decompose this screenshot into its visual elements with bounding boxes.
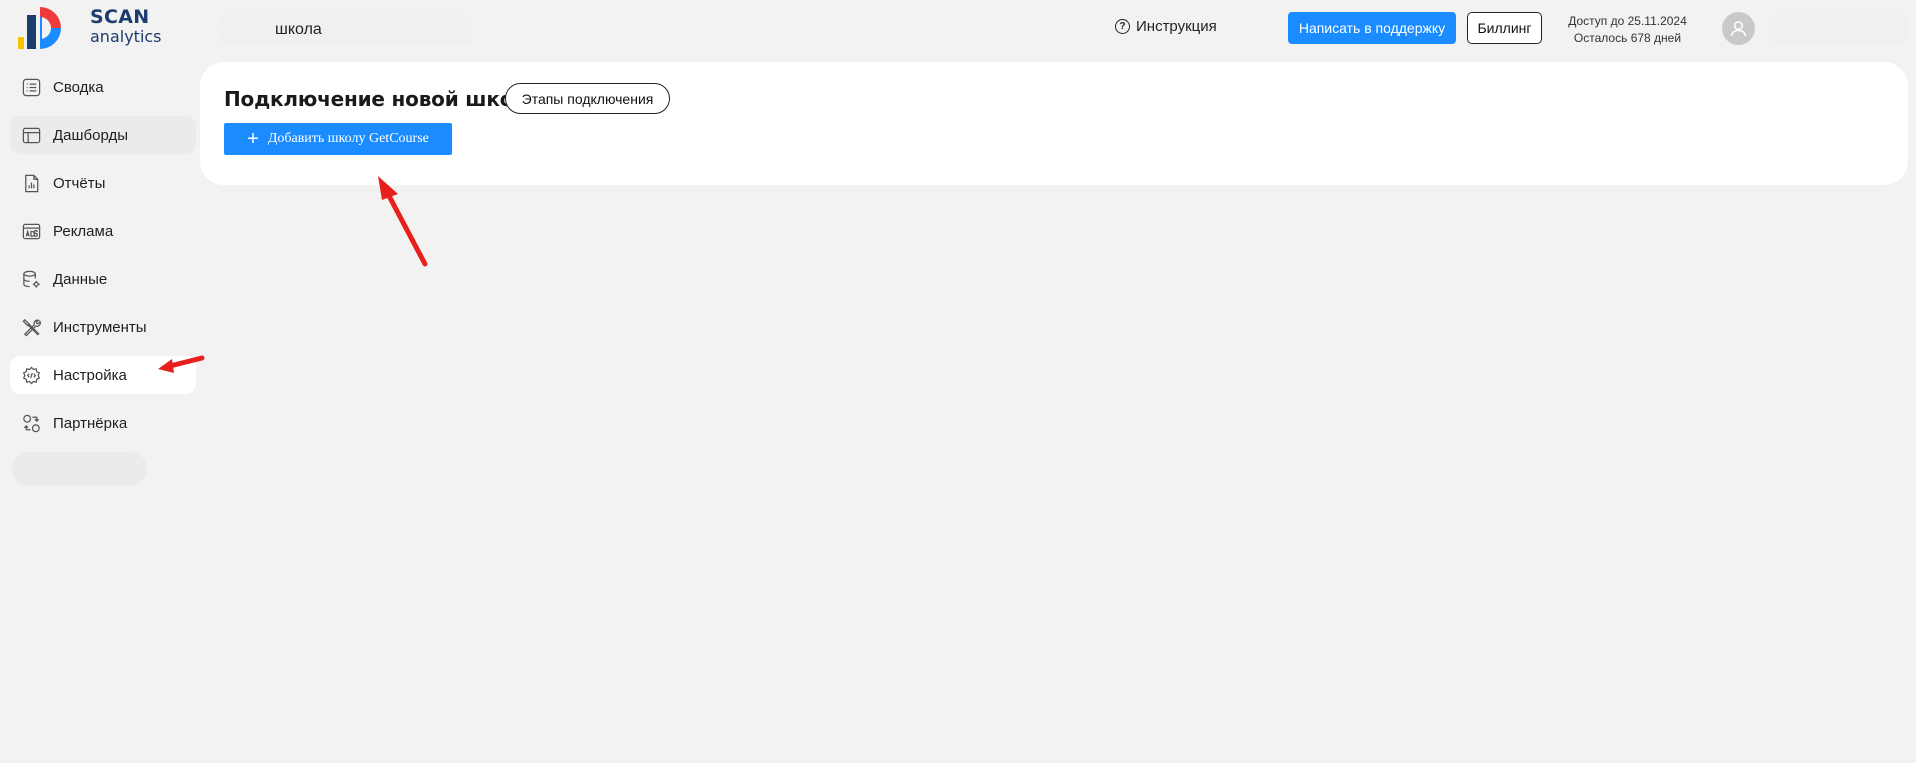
school-selector[interactable]: школа [218, 14, 473, 44]
sidebar-item-tools[interactable]: Инструменты [10, 308, 196, 346]
add-getcourse-school-button[interactable]: + Добавить школу GetCourse [224, 123, 452, 155]
user-name-blurred [1768, 14, 1908, 44]
new-school-card: Подключение новой школы Этапы подключени… [200, 62, 1908, 185]
logo-text-scan: SCAN [90, 6, 150, 28]
help-instruction-link[interactable]: ? Инструкция [1115, 18, 1217, 35]
summary-list-icon [20, 76, 42, 98]
logo-mark-icon [18, 7, 61, 49]
sidebar-item-reports[interactable]: Отчёты [10, 164, 196, 202]
tools-icon [20, 316, 42, 338]
sidebar-item-settings[interactable]: Настройка [10, 356, 196, 394]
sidebar-item-partner[interactable]: Партнёрка [10, 404, 196, 442]
page-title: Подключение новой школы [224, 87, 546, 111]
add-button-pointer-arrow-icon [378, 176, 428, 267]
sidebar-item-label: Дашборды [53, 126, 128, 144]
user-avatar[interactable] [1722, 12, 1755, 45]
question-circle-icon: ? [1115, 19, 1130, 34]
connection-stages-button[interactable]: Этапы подключения [505, 83, 670, 114]
sidebar-item-label: Инструменты [53, 318, 147, 336]
sidebar-item-label: Партнёрка [53, 414, 128, 432]
dashboard-layout-icon [20, 124, 42, 146]
database-gear-icon [20, 268, 42, 290]
user-avatar-icon [1730, 21, 1747, 37]
help-instruction-label: Инструкция [1136, 18, 1217, 35]
sidebar-item-label: Реклама [53, 222, 114, 240]
sidebar-item-summary[interactable]: Сводка [10, 68, 196, 106]
sidebar-item-label: Отчёты [53, 174, 106, 192]
top-header: SCAN analytics школа ? Инструкция Написа… [0, 0, 1916, 60]
settings-gear-icon [20, 364, 42, 386]
access-until-text: Доступ до 25.11.2024 [1568, 14, 1687, 28]
logo-text-analytics: analytics [90, 27, 162, 46]
plus-icon: + [247, 128, 259, 150]
report-chart-icon [20, 172, 42, 194]
scan-analytics-logo[interactable]: SCAN analytics [18, 3, 168, 53]
sidebar-item-label: Настройка [53, 366, 127, 384]
sidebar-extra-blurred [12, 452, 147, 486]
support-button[interactable]: Написать в поддержку [1288, 12, 1456, 44]
sidebar-item-label: Сводка [53, 78, 104, 96]
access-info: Доступ до 25.11.2024 Осталось 678 дней [1560, 13, 1695, 47]
sidebar-item-dashboards[interactable]: Дашборды [10, 116, 196, 154]
partner-exchange-icon [20, 412, 42, 434]
days-left-text: Осталось 678 дней [1573, 31, 1682, 45]
add-getcourse-school-label: Добавить школу GetCourse [267, 131, 429, 146]
sidebar-item-data[interactable]: Данные [10, 260, 196, 298]
sidebar-item-ads[interactable]: Реклама [10, 212, 196, 250]
billing-button[interactable]: Биллинг [1467, 12, 1542, 44]
sidebar-item-label: Данные [53, 270, 108, 288]
ads-icon [20, 220, 42, 242]
